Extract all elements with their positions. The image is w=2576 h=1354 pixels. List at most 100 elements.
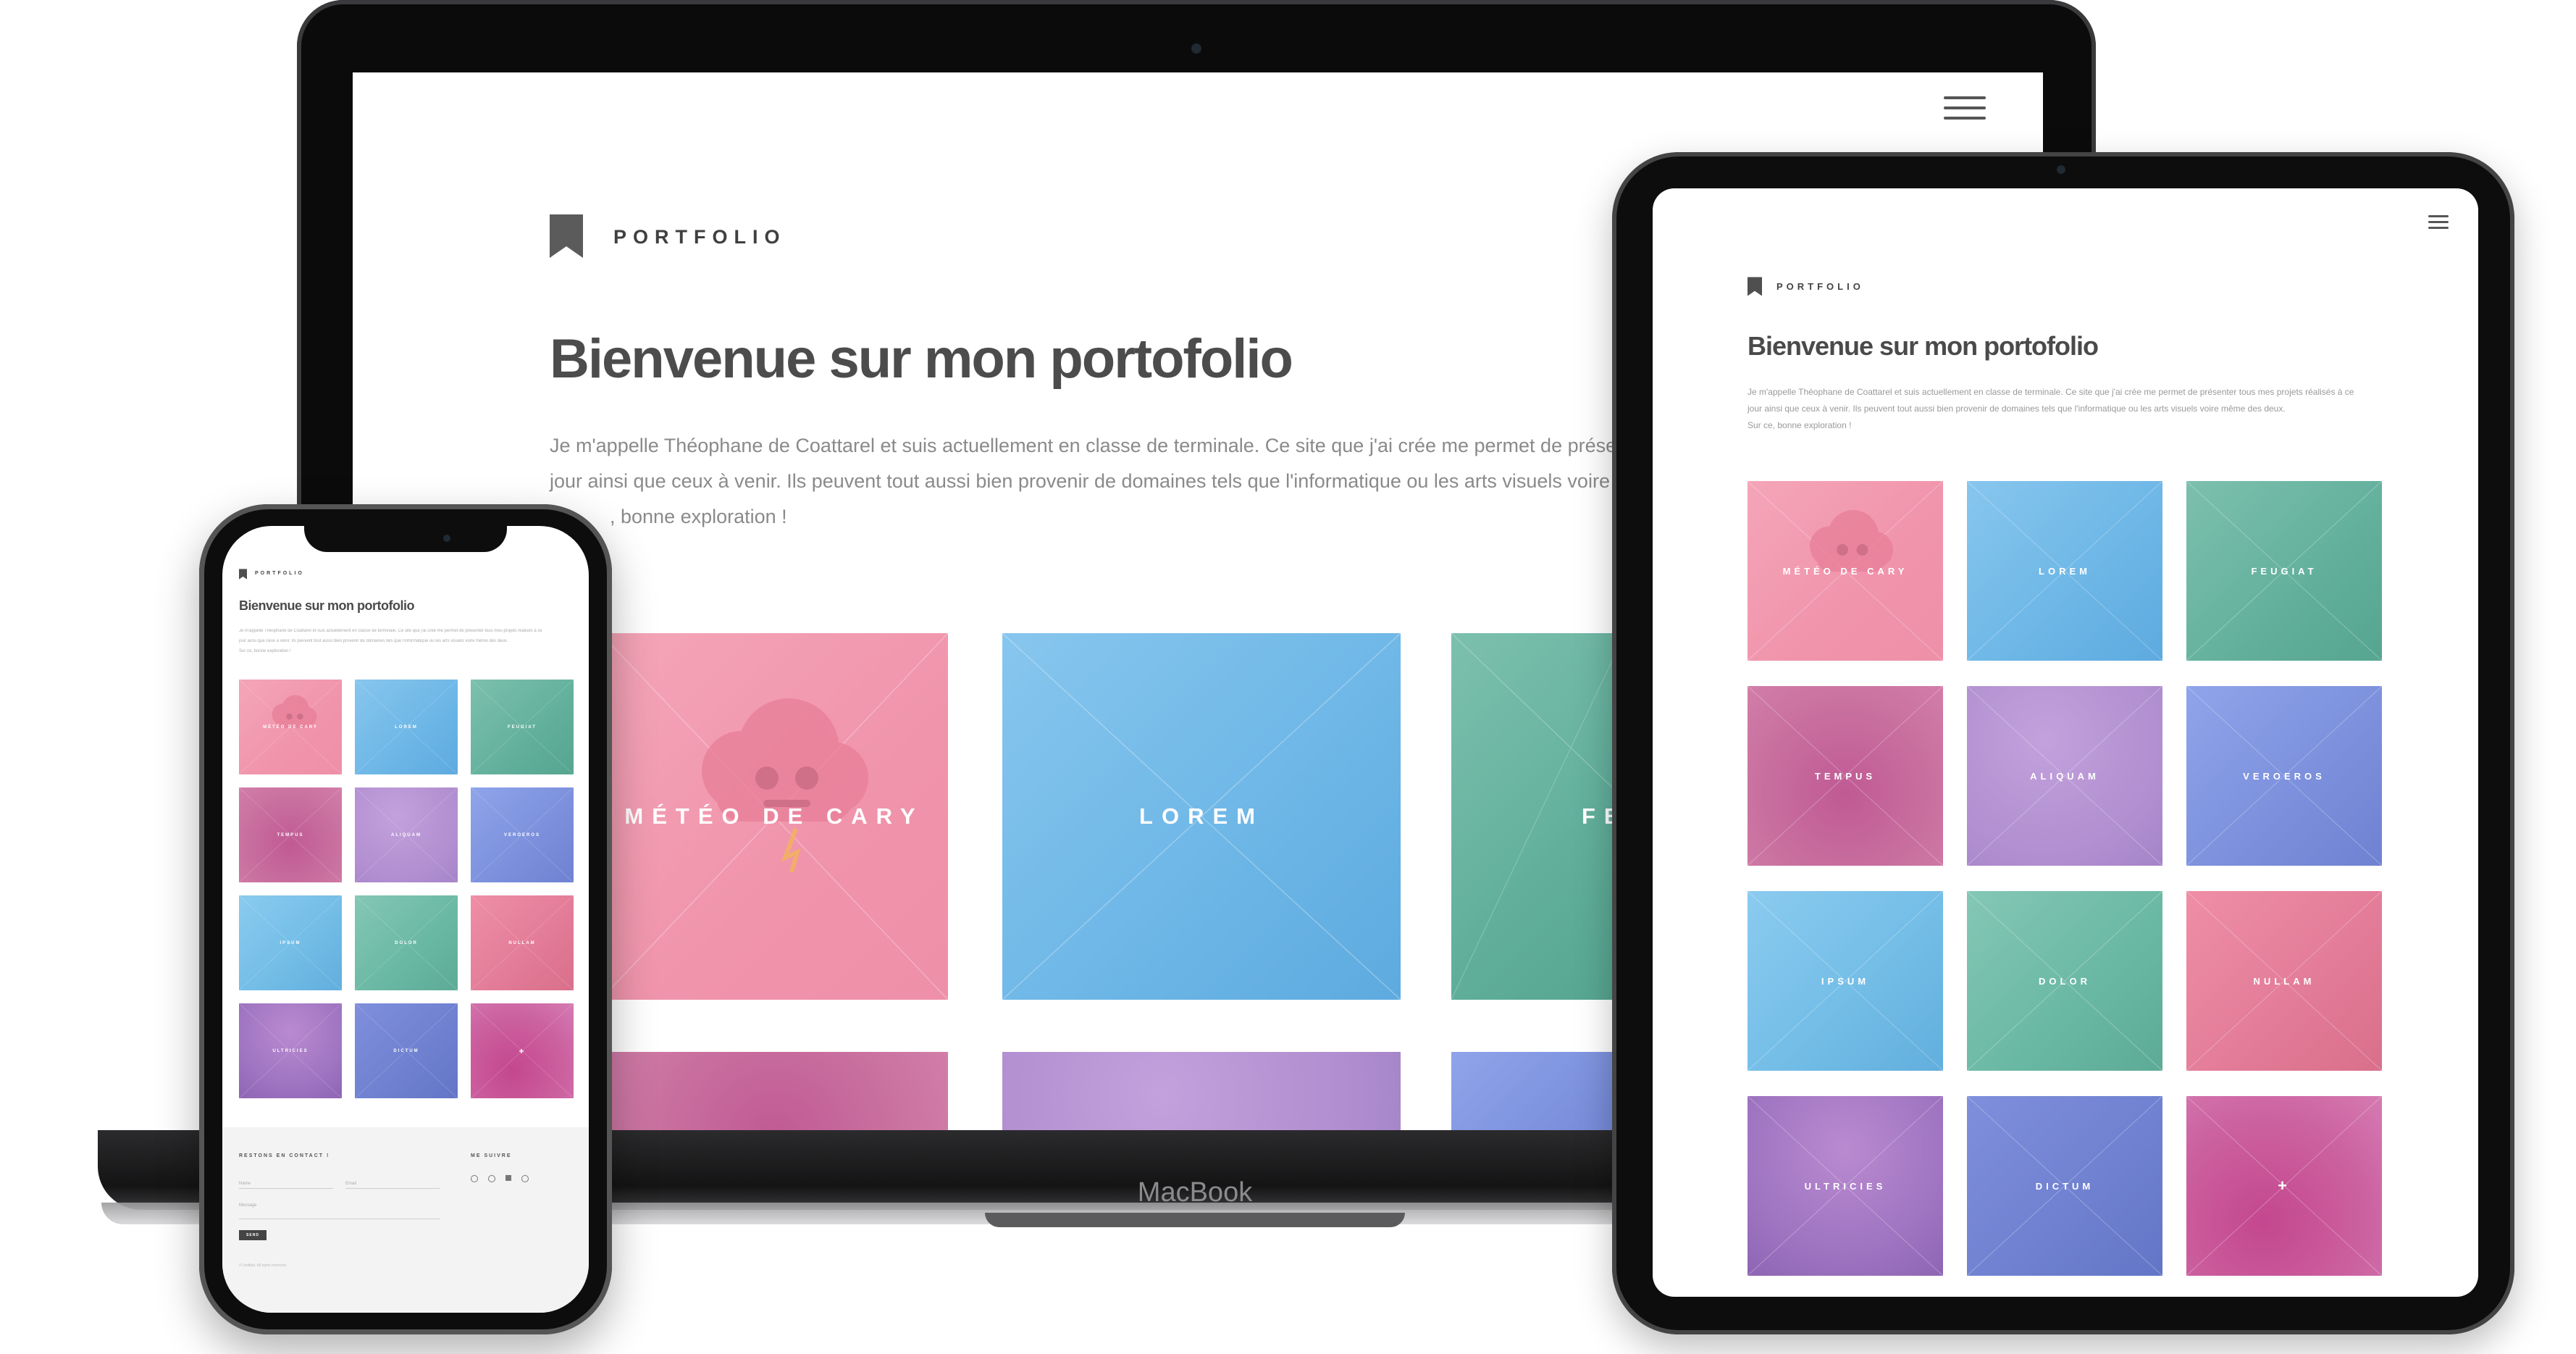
angry-cloud-icon: [272, 695, 317, 728]
email-field[interactable]: Email: [345, 1175, 440, 1189]
name-field[interactable]: Name: [239, 1175, 333, 1189]
tile-label: DOLOR: [2039, 975, 2091, 987]
tile-label: FEUGIAT: [2251, 565, 2317, 577]
send-label: SEND: [246, 1233, 259, 1237]
hamburger-menu-icon[interactable]: [1944, 96, 1986, 127]
follow-heading: ME SUIVRE: [471, 1153, 512, 1158]
tile-label: ALIQUAM: [391, 832, 421, 837]
project-tile[interactable]: FEUGIAT: [2186, 481, 2382, 661]
tile-label: VEROEROS: [2243, 770, 2325, 782]
project-tile[interactable]: LOREM: [1002, 633, 1401, 1000]
project-tile[interactable]: DICTUM: [1967, 1096, 2162, 1276]
project-tile[interactable]: ULTRICIES: [239, 1003, 342, 1098]
laptop-hinge-notch: [985, 1213, 1405, 1227]
project-tile[interactable]: LOREM: [1967, 481, 2162, 661]
bookmark-icon: [239, 569, 247, 580]
brand-label[interactable]: PORTFOLIO: [613, 226, 786, 248]
tile-label: +: [519, 1045, 526, 1056]
tablet-camera: [2057, 165, 2065, 174]
project-tile[interactable]: MÉTÉO DE CARY: [600, 633, 948, 1000]
bookmark-icon: [550, 214, 583, 258]
angry-cloud-icon: [702, 698, 868, 872]
tile-label: IPSUM: [1821, 975, 1870, 987]
project-tile[interactable]: FE: [1451, 633, 1625, 1000]
project-tile[interactable]: +: [2186, 1096, 2382, 1276]
tile-label: +: [2278, 1177, 2291, 1195]
tile-label: ALIQUAM: [2030, 770, 2099, 782]
intro-line-2: jour ainsi que ceux à venir. Ils peuvent…: [1748, 404, 2286, 414]
tile-label: VEROEROS: [503, 832, 540, 837]
tile-label: TEMPUS: [1814, 770, 1876, 782]
project-tile[interactable]: ALIQUAM: [355, 787, 458, 882]
project-tile[interactable]: NULLAM: [2186, 891, 2382, 1071]
brand-label[interactable]: PORTFOLIO: [1776, 281, 1864, 292]
footer-section: RESTONS EN CONTACT ! ME SUIVRE Name Emai…: [222, 1127, 589, 1313]
phone-camera: [443, 535, 450, 542]
project-tile[interactable]: MÉTÉO DE CARY: [1748, 481, 1943, 661]
project-tile[interactable]: VEROEROS: [2186, 686, 2382, 866]
project-tile[interactable]: DOLOR: [1967, 891, 2162, 1071]
intro-line-2: jour ainsi que ceux à venir. Ils peuvent…: [550, 470, 1670, 492]
tile-label: TEMPUS: [277, 832, 304, 837]
project-tile[interactable]: [600, 1052, 948, 1130]
social-icons: [471, 1175, 529, 1182]
project-tile[interactable]: IPSUM: [1748, 891, 1943, 1071]
instagram-icon[interactable]: [505, 1175, 511, 1181]
project-tile[interactable]: IPSUM: [239, 895, 342, 990]
tablet-screen: PORTFOLIO Bienvenue sur mon portofolio J…: [1653, 188, 2478, 1297]
tile-label: LOREM: [2039, 565, 2091, 577]
tile-label: DOLOR: [395, 940, 418, 945]
laptop-brand-label: MacBook: [1137, 1177, 1253, 1208]
intro-line-2: jour ainsi que ceux à venir. Ils peuvent…: [239, 639, 508, 643]
project-tile[interactable]: ULTRICIES: [1748, 1096, 1943, 1276]
intro-line-1: Je m'appelle Théophane de Coattarel et s…: [239, 629, 542, 633]
intro-line-3: Sur ce, bonne exploration !: [239, 649, 291, 653]
intro-line-3: Sur ce, bonne exploration !: [1748, 420, 1852, 430]
tile-label: FEUGIAT: [508, 724, 537, 730]
phone-screen: PORTFOLIO Bienvenue sur mon portofolio J…: [222, 526, 589, 1313]
project-tile[interactable]: MÉTÉO DE CARY: [239, 680, 342, 774]
tile-label: MÉTÉO DE CARY: [263, 724, 318, 730]
page-heading: Bienvenue sur mon portofolio: [550, 328, 1293, 390]
project-tile[interactable]: TEMPUS: [1748, 686, 1943, 866]
tile-label: DICTUM: [393, 1048, 419, 1053]
send-button[interactable]: SEND: [239, 1230, 267, 1240]
message-field[interactable]: Message: [239, 1197, 440, 1219]
tile-label: MÉTÉO DE CARY: [624, 803, 924, 829]
facebook-icon[interactable]: [488, 1175, 495, 1182]
twitter-icon[interactable]: [471, 1175, 478, 1182]
bookmark-icon: [1748, 277, 1762, 296]
tile-label: NULLAM: [508, 940, 536, 945]
tile-label: DICTUM: [2035, 1180, 2094, 1192]
github-icon[interactable]: [521, 1175, 529, 1182]
project-tile[interactable]: [1002, 1052, 1401, 1130]
name-placeholder: Name: [239, 1182, 251, 1186]
project-tile[interactable]: FEUGIAT: [471, 680, 574, 774]
email-placeholder: Email: [345, 1182, 357, 1186]
tile-label: IPSUM: [280, 940, 301, 945]
project-tile[interactable]: [1451, 1052, 1625, 1130]
tile-label: LOREM: [1139, 803, 1264, 829]
project-tile[interactable]: LOREM: [355, 680, 458, 774]
contact-heading: RESTONS EN CONTACT !: [239, 1153, 330, 1158]
project-tile[interactable]: NULLAM: [471, 895, 574, 990]
project-tile[interactable]: TEMPUS: [239, 787, 342, 882]
tile-label: ULTRICIES: [272, 1048, 309, 1053]
project-tile[interactable]: VEROEROS: [471, 787, 574, 882]
tile-label: MÉTÉO DE CARY: [1782, 565, 1908, 577]
intro-line-1: Je m'appelle Théophane de Coattarel et s…: [550, 435, 1672, 456]
tile-label: NULLAM: [2253, 975, 2315, 987]
tile-label: LOREM: [395, 724, 418, 730]
project-tile[interactable]: +: [471, 1003, 574, 1098]
intro-line-3: , bonne exploration !: [610, 506, 787, 527]
project-tile[interactable]: DOLOR: [355, 895, 458, 990]
hamburger-menu-icon[interactable]: [2428, 215, 2449, 233]
message-placeholder: Message: [239, 1203, 257, 1208]
project-tile[interactable]: DICTUM: [355, 1003, 458, 1098]
phone-notch: [304, 523, 507, 552]
brand-label[interactable]: PORTFOLIO: [255, 571, 304, 576]
angry-cloud-icon: [1809, 509, 1893, 572]
intro-line-1: Je m'appelle Théophane de Coattarel et s…: [1748, 387, 2354, 397]
project-tile[interactable]: ALIQUAM: [1967, 686, 2162, 866]
page-heading: Bienvenue sur mon portofolio: [1748, 331, 2099, 361]
